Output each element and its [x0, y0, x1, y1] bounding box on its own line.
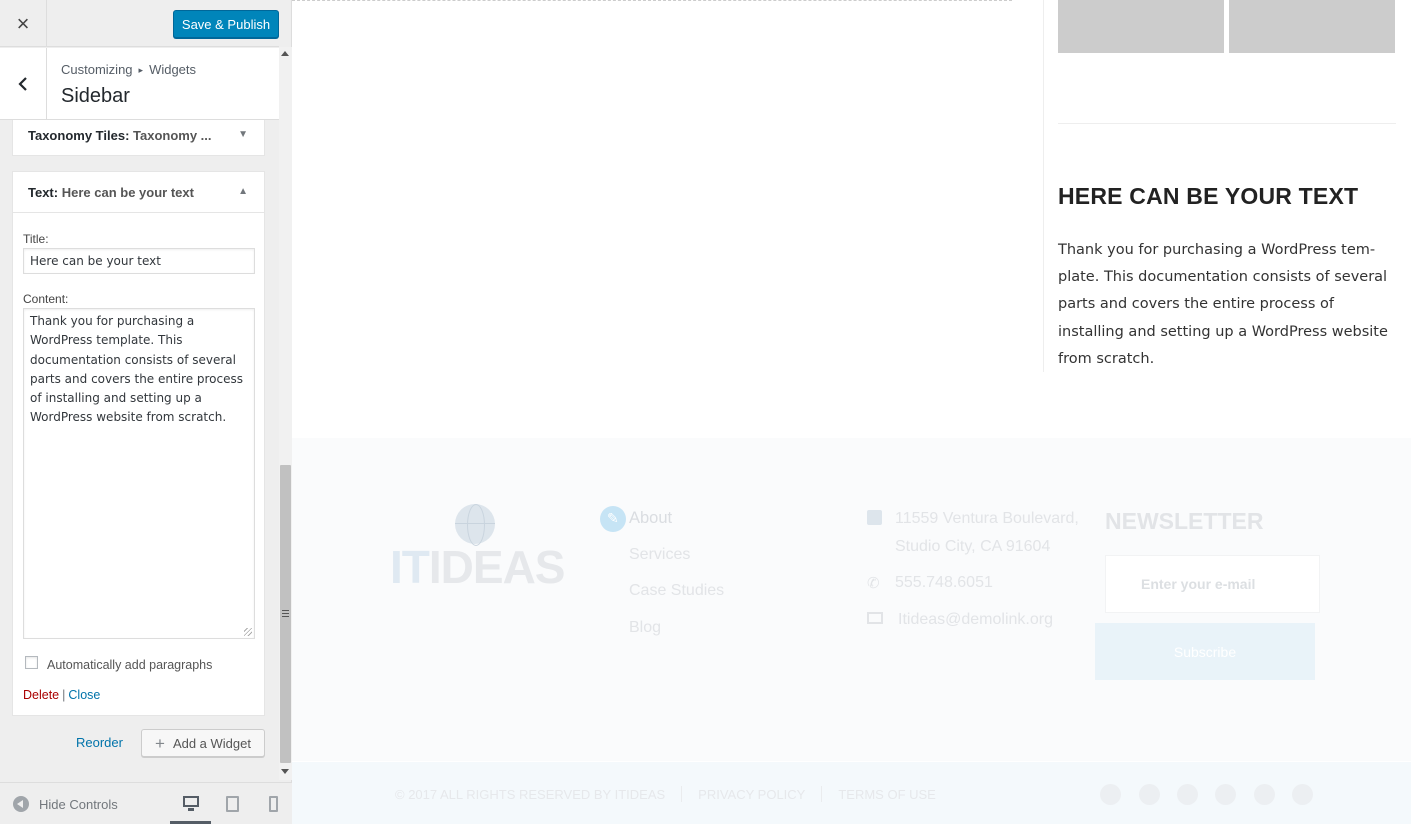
widget-taxonomy-tiles[interactable]: Taxonomy Tiles: Taxonomy ... ▼	[12, 120, 265, 156]
save-publish-button[interactable]: Save & Publish	[173, 10, 279, 38]
back-button[interactable]	[0, 48, 47, 120]
plus-icon: +	[155, 733, 165, 753]
add-widget-button[interactable]: + Add a Widget	[141, 729, 265, 757]
copyright-text: © 2017 ALL RIGHTS RESERVED BY ITIDEAS	[395, 787, 666, 802]
privacy-link[interactable]: PRIVACY POLICY	[698, 787, 805, 802]
reorder-link[interactable]: Reorder	[76, 735, 123, 750]
section-header: Customizing ▸ Widgets Sidebar	[0, 48, 279, 120]
widget-text: Text: Here can be your text ▲ Title: Her…	[12, 171, 265, 716]
divider	[681, 786, 683, 802]
vimeo-icon[interactable]	[1215, 784, 1236, 805]
newsletter-email-input[interactable]: Enter your e-mail	[1105, 555, 1320, 613]
taxonomy-tile[interactable]	[1229, 0, 1395, 53]
mobile-icon[interactable]	[267, 796, 283, 812]
terms-link[interactable]: TERMS OF USE	[838, 787, 936, 802]
hide-controls-label: Hide Controls	[39, 796, 118, 812]
footer-nav-blog[interactable]: Blog	[629, 619, 661, 637]
desktop-icon[interactable]	[183, 796, 199, 812]
google-plus-icon[interactable]	[1177, 784, 1198, 805]
widget-title: Text: Here can be your text	[28, 185, 194, 200]
content-label: Content:	[23, 292, 69, 306]
expand-arrow-icon[interactable]: ▼	[238, 129, 248, 140]
mail-icon	[867, 612, 883, 624]
copyright-row: © 2017 ALL RIGHTS RESERVED BY ITIDEAS PRI…	[395, 786, 936, 802]
scrollbar-grip-icon	[282, 610, 289, 617]
footer-nav-services[interactable]: Services	[629, 546, 690, 564]
collapse-arrow-icon	[13, 796, 29, 812]
widget-type: Text	[28, 185, 54, 200]
customizer-footer: Hide Controls	[0, 782, 292, 824]
content-text: Thank you for purchasing a WordPress tem…	[30, 314, 247, 425]
building-icon	[867, 510, 882, 525]
footer-nav-about[interactable]: About	[629, 509, 672, 528]
youtube-icon[interactable]	[1254, 784, 1275, 805]
breadcrumb-current: Widgets	[149, 62, 197, 77]
logo-it: IT	[390, 541, 430, 593]
scroll-down-arrow-icon[interactable]	[281, 769, 289, 774]
widget-actions: Delete | Close	[23, 688, 100, 702]
widget-type: Taxonomy Tiles	[28, 128, 126, 143]
widget-title: Taxonomy Tiles: Taxonomy ...	[28, 128, 212, 143]
footer-nav-case-studies[interactable]: Case Studies	[629, 582, 724, 600]
breadcrumb: Customizing ▸ Widgets	[61, 62, 196, 77]
hide-controls-button[interactable]: Hide Controls	[13, 796, 118, 812]
sidebar-divider	[1043, 0, 1044, 372]
pencil-icon[interactable]	[600, 506, 626, 532]
page-title: Sidebar	[61, 85, 130, 107]
widget-divider	[1058, 123, 1396, 124]
widget-text-header[interactable]: Text: Here can be your text ▲	[13, 172, 264, 213]
auto-paragraphs-label: Automatically add paragraphs	[47, 658, 213, 672]
action-separator: |	[62, 688, 66, 702]
customizer-panel: × Save & Publish Customizing ▸ Widgets Sid…	[0, 0, 292, 824]
breadcrumb-root: Customizing	[61, 62, 133, 77]
close-link[interactable]: Close	[68, 688, 100, 702]
subscribe-button[interactable]: Subscribe	[1095, 623, 1315, 680]
close-customizer-button[interactable]: ×	[0, 0, 47, 47]
resize-handle[interactable]	[244, 628, 252, 636]
rss-icon[interactable]	[1292, 784, 1313, 805]
auto-paragraphs-checkbox[interactable]	[25, 656, 38, 669]
delete-link[interactable]: Delete	[23, 688, 59, 702]
divider	[821, 786, 823, 802]
newsletter-heading: NEWSLETTER	[1105, 508, 1264, 534]
site-logo[interactable]: ITIDEAS	[390, 540, 566, 594]
email-placeholder: Enter your e-mail	[1141, 576, 1256, 592]
content-textarea[interactable]: Thank you for purchasing a WordPress tem…	[23, 308, 255, 639]
footer-email[interactable]: Itideas@demolink.org	[898, 606, 1053, 634]
tablet-icon[interactable]	[225, 796, 241, 812]
facebook-icon[interactable]	[1100, 784, 1121, 805]
customizer-header: × Save & Publish	[0, 0, 279, 47]
title-label: Title:	[23, 232, 49, 246]
title-input[interactable]: Here can be your text	[23, 248, 255, 274]
footer-phone[interactable]: 555.748.6051	[895, 569, 993, 597]
close-icon: ×	[16, 10, 30, 36]
content-divider	[292, 0, 1012, 1]
collapse-arrow-icon[interactable]: ▲	[238, 186, 248, 197]
phone-icon: ✆	[867, 575, 880, 592]
logo-ideas: IDEAS	[428, 541, 566, 593]
globe-icon	[455, 504, 495, 546]
chevron-left-icon	[18, 77, 27, 91]
twitter-icon[interactable]	[1139, 784, 1160, 805]
footer-address: 11559 Ventura Boulevard, Studio City, CA…	[895, 510, 1079, 555]
add-widget-label: Add a Widget	[172, 735, 251, 751]
widget-subtitle: Here can be your text	[61, 185, 194, 200]
breadcrumb-separator: ▸	[138, 65, 144, 75]
text-widget-body: Thank you for purchasing a WordPress tem…	[1058, 242, 1388, 367]
text-widget-heading: HERE CAN BE YOUR TEXT	[1058, 183, 1359, 209]
widget-subtitle: Taxonomy ...	[133, 128, 212, 143]
scroll-up-arrow-icon[interactable]	[281, 51, 289, 56]
site-preview: HERE CAN BE YOUR TEXT Thank you for purc…	[292, 0, 1411, 824]
taxonomy-tile[interactable]	[1058, 0, 1224, 53]
